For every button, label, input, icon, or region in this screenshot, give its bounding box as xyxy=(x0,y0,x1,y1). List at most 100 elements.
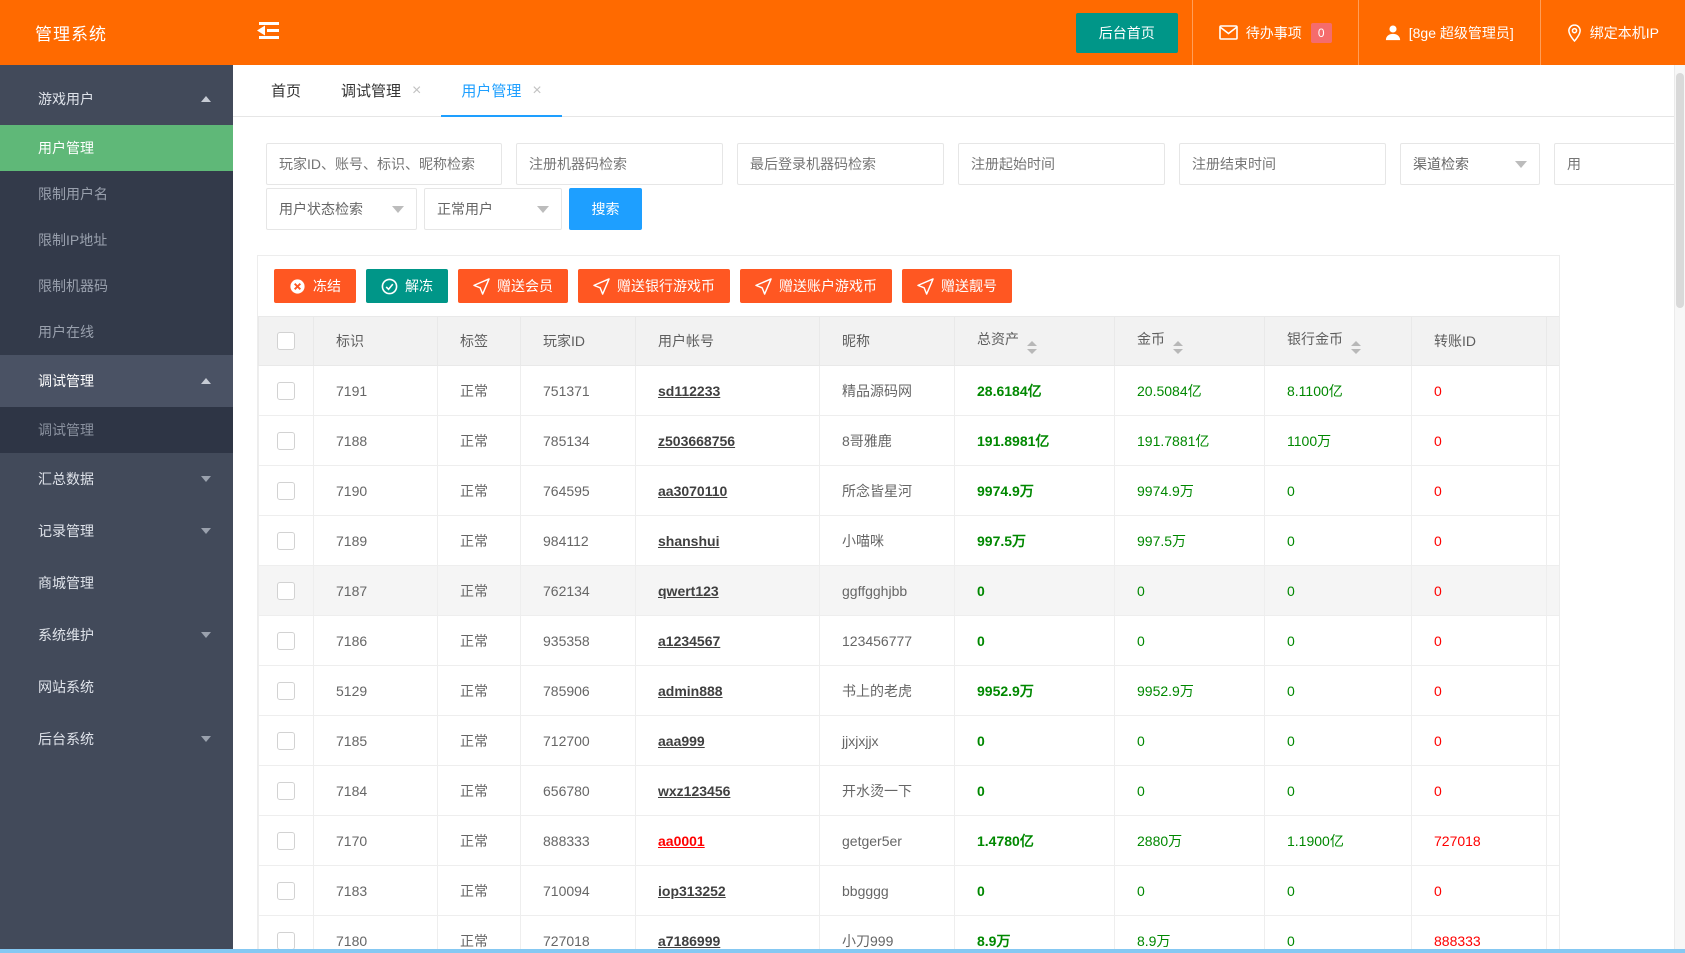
todo-menu-item[interactable]: 待办事项 0 xyxy=(1191,0,1358,65)
row-checkbox[interactable] xyxy=(277,381,295,400)
account-link[interactable]: iop313252 xyxy=(658,883,726,899)
column-header-label: 标签 xyxy=(460,333,488,349)
row-extra-cell xyxy=(1546,465,1559,516)
column-header-金币[interactable]: 金币 xyxy=(1114,316,1265,366)
send-icon xyxy=(593,277,610,295)
column-header-银行金币[interactable]: 银行金币 xyxy=(1264,316,1412,366)
close-tab-icon[interactable]: × xyxy=(532,82,541,100)
bind-ip-menu-item[interactable]: 绑定本机IP xyxy=(1539,0,1685,65)
filter-input-3[interactable] xyxy=(958,143,1165,185)
解冻-button[interactable]: 解冻 xyxy=(366,269,448,303)
row-account-cell: aa3070110 xyxy=(635,465,820,516)
sidebar-item-后台系统-13[interactable]: 后台系统 xyxy=(0,713,233,765)
account-link[interactable]: aaa999 xyxy=(658,733,705,749)
filter-input-1[interactable] xyxy=(516,143,723,185)
sidebar-item-调试管理-6[interactable]: 调试管理 xyxy=(0,355,233,407)
sidebar-item-调试管理-7[interactable]: 调试管理 xyxy=(0,407,233,453)
row-checkbox[interactable] xyxy=(277,581,295,600)
sidebar-item-网站系统-12[interactable]: 网站系统 xyxy=(0,661,233,713)
row-checkbox[interactable] xyxy=(277,731,295,750)
sidebar-item-商城管理-10[interactable]: 商城管理 xyxy=(0,557,233,609)
赠送会员-button[interactable]: 赠送会员 xyxy=(458,269,568,303)
user-status-select[interactable]: 用户状态检索 xyxy=(266,188,417,230)
backend-home-button[interactable]: 后台首页 xyxy=(1075,12,1178,53)
close-tab-icon[interactable]: × xyxy=(412,82,421,100)
select-all-checkbox[interactable] xyxy=(277,332,295,351)
赠送银行游戏币-button[interactable]: 赠送银行游戏币 xyxy=(578,269,730,303)
cell-value: 0 xyxy=(1287,882,1295,899)
account-link[interactable]: z503668756 xyxy=(658,433,735,449)
row-checkbox[interactable] xyxy=(277,631,295,650)
cell-value: 0 xyxy=(1434,482,1442,499)
tab-调试管理[interactable]: 调试管理 × xyxy=(321,65,441,116)
account-link[interactable]: a7186999 xyxy=(658,933,720,949)
tab-首页[interactable]: 首页 xyxy=(251,65,321,116)
sidebar-item-label: 汇总数据 xyxy=(38,471,94,487)
cell-value: 0 xyxy=(1137,632,1145,649)
row-player-id-cell: 727018 xyxy=(520,915,636,952)
filter-input-2[interactable] xyxy=(737,143,944,185)
row-coins-cell: 9952.9万 xyxy=(1114,665,1265,716)
account-link[interactable]: wxz123456 xyxy=(658,783,730,799)
row-player-id-cell: 785906 xyxy=(520,665,636,716)
row-account-cell: aa0001 xyxy=(635,815,820,866)
current-user-menu-item[interactable]: [8ge 超级管理员] xyxy=(1357,0,1540,65)
row-checkbox[interactable] xyxy=(277,931,295,950)
sidebar-item-用户管理-1[interactable]: 用户管理 xyxy=(0,125,233,171)
sidebar-item-用户在线-5[interactable]: 用户在线 xyxy=(0,309,233,355)
cell-value: 0 xyxy=(1434,732,1442,749)
row-nickname-cell: 所念皆星河 xyxy=(819,465,955,516)
account-link[interactable]: a1234567 xyxy=(658,633,720,649)
cell-value: 0 xyxy=(977,632,985,649)
cell-value: 997.5万 xyxy=(977,532,1027,549)
row-checkbox[interactable] xyxy=(277,431,295,450)
row-checkbox[interactable] xyxy=(277,831,295,850)
赠送靓号-button[interactable]: 赠送靓号 xyxy=(902,269,1012,303)
sort-icon[interactable] xyxy=(1173,340,1183,354)
tab-用户管理[interactable]: 用户管理 × xyxy=(441,65,563,117)
user-type-select[interactable]: 正常用户 xyxy=(424,188,562,230)
filter-input-4[interactable] xyxy=(1179,143,1386,185)
row-extra-cell xyxy=(1546,615,1559,666)
account-link[interactable]: aa3070110 xyxy=(658,483,727,499)
account-link[interactable]: aa0001 xyxy=(658,833,705,849)
filter-panel: 渠道检索 用户状态检索 正常用户 搜索 xyxy=(233,117,1685,230)
filter-input-0[interactable] xyxy=(266,143,502,185)
search-button[interactable]: 搜索 xyxy=(569,188,642,230)
filter-input-partial[interactable] xyxy=(1554,143,1685,185)
channel-select[interactable]: 渠道检索 xyxy=(1400,143,1540,185)
column-header-总资产[interactable]: 总资产 xyxy=(954,316,1115,366)
赠送账户游戏币-button[interactable]: 赠送账户游戏币 xyxy=(740,269,892,303)
cell-value: 1.4780亿 xyxy=(977,832,1034,849)
sort-icon[interactable] xyxy=(1351,340,1361,354)
account-link[interactable]: admin888 xyxy=(658,683,723,699)
row-checkbox[interactable] xyxy=(277,481,295,500)
row-tag-cell: 正常 xyxy=(437,815,521,866)
row-checkbox[interactable] xyxy=(277,681,295,700)
row-checkbox[interactable] xyxy=(277,781,295,800)
account-link[interactable]: shanshui xyxy=(658,533,719,549)
sidebar-item-系统维护-11[interactable]: 系统维护 xyxy=(0,609,233,661)
sidebar-item-限制IP地址-3[interactable]: 限制IP地址 xyxy=(0,217,233,263)
冻结-button[interactable]: 冻结 xyxy=(274,269,356,303)
account-link[interactable]: qwert123 xyxy=(658,583,719,599)
cell-value: 997.5万 xyxy=(1137,532,1187,549)
sidebar-item-label: 调试管理 xyxy=(38,373,94,389)
sidebar-item-限制机器码-4[interactable]: 限制机器码 xyxy=(0,263,233,309)
collapse-sidebar-button[interactable] xyxy=(257,21,281,45)
sidebar-item-限制用户名-2[interactable]: 限制用户名 xyxy=(0,171,233,217)
column-header-昵称: 昵称 xyxy=(819,316,955,366)
row-checkbox[interactable] xyxy=(277,531,295,550)
column-header-标识: 标识 xyxy=(313,316,438,366)
sidebar-item-汇总数据-8[interactable]: 汇总数据 xyxy=(0,453,233,505)
send-icon xyxy=(917,277,934,295)
sidebar-item-游戏用户-0[interactable]: 游戏用户 xyxy=(0,73,233,125)
row-coins-cell: 0 xyxy=(1114,615,1265,666)
account-link[interactable]: sd112233 xyxy=(658,383,720,399)
scrollbar-thumb[interactable] xyxy=(1676,73,1684,308)
vertical-scrollbar[interactable] xyxy=(1674,65,1685,953)
sort-icon[interactable] xyxy=(1027,340,1037,354)
row-select-cell xyxy=(258,415,314,466)
sidebar-item-记录管理-9[interactable]: 记录管理 xyxy=(0,505,233,557)
row-checkbox[interactable] xyxy=(277,881,295,900)
